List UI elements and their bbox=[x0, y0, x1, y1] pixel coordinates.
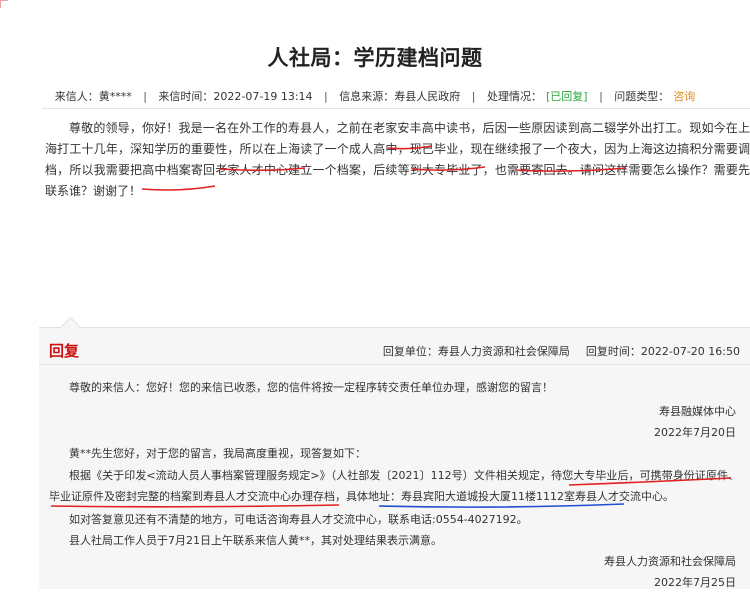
reply-time-label: 回复时间： bbox=[585, 345, 641, 358]
meta-divider: | bbox=[471, 90, 476, 103]
page-title: 人社局：学历建档问题 bbox=[267, 46, 483, 70]
type-label: 问题类型： bbox=[614, 90, 670, 103]
reply-unit-label: 回复单位： bbox=[382, 345, 438, 358]
letter-text: 尊敬的领导，你好！我是一名在外工作的寿县人，之前在老家安丰 bbox=[69, 121, 422, 135]
letter-text: ，所以我需要把高中档案寄回老家人才中心 bbox=[57, 163, 289, 177]
letter-body: 尊敬的领导，你好！我是一名在外工作的寿县人，之前在老家安丰高中读书，后因一些原因… bbox=[45, 118, 750, 202]
reply-sign: 寿县人力资源和社会保障局 bbox=[604, 555, 736, 568]
status-badge: [已回复] bbox=[545, 90, 588, 103]
letter-text: ，现已毕业，现在继续 bbox=[397, 142, 520, 156]
type-badge: 咨询 bbox=[673, 90, 696, 103]
status-label: 处理情况： bbox=[486, 90, 542, 103]
reply-panel: 回复 回复单位：寿县人力资源和社会保障局 回复时间：2022-07-20 16:5… bbox=[39, 316, 750, 589]
reply-body-text: 根据《关于印发<流动人员人事档案管理服务规定>》（人社部发〔2021〕112号）… bbox=[69, 469, 574, 482]
reply-title: 回复 bbox=[49, 342, 80, 360]
reply-ack: 尊敬的来信人：您好！您的来信已收悉，您的信件将按一定程序转交责任单位办理，感谢您… bbox=[69, 381, 553, 394]
reply-followup: 县人社局工作人员于7月21日上午联系来信人黄**，其对处理结果表示满意。 bbox=[69, 534, 442, 547]
letter-text: ，因为 bbox=[592, 142, 629, 156]
letter-highlight: 报了一个夜大 bbox=[519, 142, 593, 156]
corner-mark bbox=[0, 0, 8, 8]
date-label: 来信时间： bbox=[158, 90, 214, 103]
sender-value: 黄**** bbox=[98, 90, 132, 103]
reply-contact: 如对答复意见还有不清楚的地方，可电话咨询寿县人才交流中心，联系电话:0554-4… bbox=[69, 513, 528, 526]
reply-greeting: 黄**先生您好，对于您的留言，我局高度重视，现答复如下： bbox=[69, 447, 366, 460]
meta-divider: | bbox=[324, 90, 328, 103]
header-divider bbox=[42, 108, 750, 109]
reply-info: 回复单位：寿县人力资源和社会保障局 回复时间：2022-07-20 16:50 bbox=[383, 343, 740, 359]
source-value: 寿县人民政府 bbox=[394, 90, 461, 103]
sender-label: 来信人： bbox=[54, 90, 99, 103]
source-label: 信息来源： bbox=[339, 90, 395, 103]
meta-divider: | bbox=[599, 90, 603, 103]
date-value: 2022-07-19 13:14 bbox=[213, 90, 313, 103]
reply-ack-sign: 寿县融媒体中心 bbox=[659, 405, 736, 418]
reply-divider bbox=[39, 364, 750, 365]
reply-body: 根据《关于印发<流动人员人事档案管理服务规定>》（人社部发〔2021〕112号）… bbox=[49, 465, 739, 507]
reply-pointer bbox=[59, 316, 82, 339]
reply-unit: 寿县人力资源和社会保障局 bbox=[437, 345, 570, 358]
reply-sign-date: 2022年7月25日 bbox=[654, 576, 736, 589]
reply-time: 2022-07-20 16:50 bbox=[640, 345, 740, 358]
letter-highlight: 读了一个成人高中 bbox=[300, 142, 398, 156]
reply-body-highlight: 寿县宾阳大道城投大厦11楼1112室寿县人才交流中心 bbox=[401, 490, 663, 503]
letter-highlight: 建立一个档案 bbox=[288, 163, 362, 177]
letter-highlight: 高中读书 bbox=[421, 121, 471, 135]
reply-body-text: 。 bbox=[663, 490, 674, 503]
letter-meta: 来信人：黄**** | 来信时间：2022-07-19 13:14 | 信息来源… bbox=[0, 88, 750, 104]
reply-body-text: ，具体地址： bbox=[335, 490, 401, 503]
meta-divider: | bbox=[143, 90, 147, 103]
reply-ack-date: 2022年7月20日 bbox=[654, 426, 736, 439]
reply-header: 回复 回复单位：寿县人力资源和社会保障局 回复时间：2022-07-20 16:5… bbox=[39, 340, 750, 362]
